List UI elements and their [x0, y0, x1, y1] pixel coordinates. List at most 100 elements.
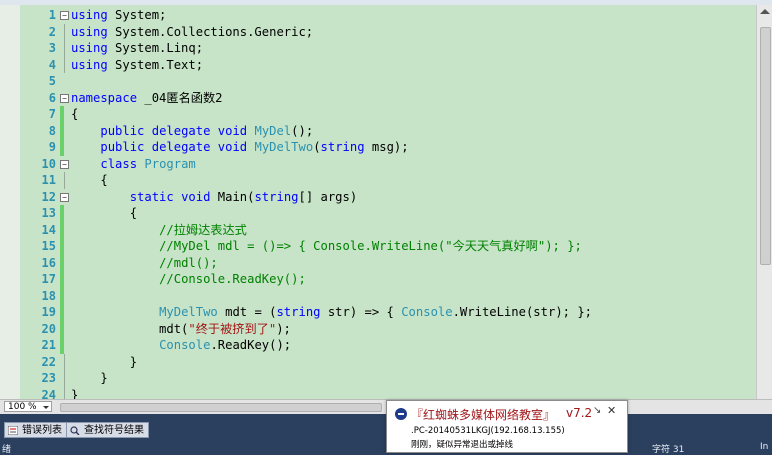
line-number: 15	[41, 239, 56, 253]
line-number: 3	[48, 41, 56, 55]
notification-popup[interactable]: 『红蜘蛛多媒体网络教室』 v7.2 ↘ ✕ .PC-20140531LKGJ(1…	[386, 400, 628, 453]
code-lines[interactable]: 1− using System; 2 using System.Collections…	[0, 7, 756, 399]
notification-version: v7.2	[566, 406, 593, 420]
change-marker	[60, 254, 64, 271]
collapse-icon[interactable]: −	[60, 192, 69, 202]
line-number: 24	[41, 387, 56, 400]
code-text[interactable]: {	[71, 106, 78, 123]
code-text[interactable]: //MyDel mdl = ()=> { Console.WriteLine("…	[71, 238, 582, 255]
code-text[interactable]: }	[71, 387, 78, 400]
code-text[interactable]: {	[71, 172, 107, 189]
code-text[interactable]: }	[71, 370, 107, 387]
change-marker	[60, 337, 64, 354]
code-line[interactable]: 2 using System.Collections.Generic;	[0, 23, 756, 41]
code-line[interactable]: 20 mdt("终于被挤到了");	[0, 320, 756, 338]
line-number: 11	[41, 173, 56, 187]
line-number: 13	[41, 206, 56, 220]
collapse-icon[interactable]: −	[60, 159, 69, 169]
code-text[interactable]: mdt("终于被挤到了");	[71, 321, 291, 338]
code-text[interactable]: Console.ReadKey();	[71, 337, 291, 354]
outline-guide	[64, 386, 65, 399]
line-number: 4	[48, 57, 56, 72]
line-number: 1	[48, 8, 56, 22]
code-line[interactable]: 16 //mdl();	[0, 254, 756, 272]
code-text[interactable]: using System.Text;	[71, 57, 203, 74]
outline-guide	[64, 370, 65, 387]
tab-find-symbol-results[interactable]: 查找符号结果	[66, 422, 149, 438]
change-marker	[60, 320, 64, 337]
code-line[interactable]: 14 //拉姆达表达式	[0, 221, 756, 239]
change-marker	[60, 304, 64, 321]
code-text[interactable]: //Console.ReadKey();	[71, 271, 306, 288]
line-number: 10	[41, 156, 56, 171]
code-text[interactable]: using System.Collections.Generic;	[71, 24, 313, 41]
code-text[interactable]: using System.Linq;	[71, 40, 203, 57]
status-ready: 绪	[2, 445, 12, 455]
code-text[interactable]: namespace _04匿名函数2	[71, 90, 222, 107]
line-number: 22	[41, 354, 56, 369]
code-line[interactable]: 5	[0, 73, 756, 90]
line-number: 2	[48, 24, 56, 39]
scroll-up-icon[interactable]	[760, 9, 770, 14]
code-line[interactable]: 18	[0, 287, 756, 304]
code-line[interactable]: 21 Console.ReadKey();	[0, 337, 756, 354]
zoom-select[interactable]: 100 %	[4, 401, 52, 412]
code-line[interactable]: 3 using System.Linq;	[0, 40, 756, 57]
code-line[interactable]: 17 //Console.ReadKey();	[0, 271, 756, 288]
change-marker	[60, 122, 64, 139]
code-line[interactable]: 8 public delegate void MyDel();	[0, 122, 756, 140]
code-editor[interactable]: 1− using System; 2 using System.Collections…	[0, 5, 756, 399]
pin-icon[interactable]: ↘	[593, 405, 601, 416]
code-text[interactable]: //拉姆达表达式	[71, 222, 247, 239]
code-text[interactable]: //mdl();	[71, 255, 218, 272]
change-marker	[60, 287, 64, 304]
code-text[interactable]: {	[71, 205, 137, 222]
line-number: 23	[41, 371, 56, 385]
line-number: 16	[41, 255, 56, 270]
code-line[interactable]: 24}	[0, 386, 756, 400]
change-marker	[60, 271, 64, 288]
line-number: 18	[41, 288, 56, 303]
code-line[interactable]: 13 {	[0, 205, 756, 222]
tab-error-list[interactable]: 错误列表	[4, 422, 67, 438]
code-line[interactable]: 11 {	[0, 172, 756, 189]
find-symbol-icon	[70, 426, 80, 435]
outline-guide	[64, 56, 65, 73]
code-text[interactable]: public delegate void MyDel();	[71, 123, 313, 140]
code-text[interactable]: using System;	[71, 7, 166, 24]
code-line[interactable]: 19 MyDelTwo mdt = (string str) => { Cons…	[0, 304, 756, 321]
vertical-scrollbar[interactable]	[756, 5, 772, 399]
code-text[interactable]: public delegate void MyDelTwo(string msg…	[71, 139, 408, 156]
code-line[interactable]: 15 //MyDel mdl = ()=> { Console.WriteLin…	[0, 238, 756, 255]
notification-title: 『红蜘蛛多媒体网络教室』	[411, 408, 556, 422]
change-marker	[60, 221, 64, 238]
code-text[interactable]: static void Main(string[] args)	[71, 189, 358, 206]
code-line[interactable]: 12− static void Main(string[] args)	[0, 189, 756, 206]
code-text[interactable]: }	[71, 354, 137, 371]
code-line[interactable]: 22 }	[0, 353, 756, 371]
code-line[interactable]: 10− class Program	[0, 156, 756, 173]
vertical-scroll-thumb[interactable]	[760, 27, 771, 265]
horizontal-scroll-thumb[interactable]	[60, 403, 382, 412]
outline-guide	[64, 172, 65, 189]
close-icon[interactable]: ✕	[607, 404, 616, 417]
code-line[interactable]: 7{	[0, 106, 756, 123]
collapse-icon[interactable]: −	[60, 11, 69, 20]
line-number: 6	[48, 90, 56, 105]
line-number: 19	[41, 305, 56, 319]
line-number: 14	[41, 222, 56, 237]
code-line[interactable]: 9 public delegate void MyDelTwo(string m…	[0, 139, 756, 156]
code-line[interactable]: 6− namespace _04匿名函数2	[0, 90, 756, 107]
change-marker	[60, 205, 64, 222]
code-text[interactable]: class Program	[71, 156, 195, 173]
collapse-icon[interactable]: −	[60, 93, 69, 103]
line-number: 5	[48, 74, 56, 88]
code-line[interactable]: 4 using System.Text;	[0, 56, 756, 74]
code-line[interactable]: 23 }	[0, 370, 756, 387]
line-number: 21	[41, 338, 56, 352]
error-list-icon	[8, 426, 18, 435]
code-text[interactable]: MyDelTwo mdt = (string str) => { Console…	[71, 304, 592, 321]
code-line[interactable]: 1− using System;	[0, 7, 756, 24]
line-number: 7	[48, 107, 56, 121]
notification-message: 刚刚，疑似异常退出或掉线	[411, 440, 514, 450]
